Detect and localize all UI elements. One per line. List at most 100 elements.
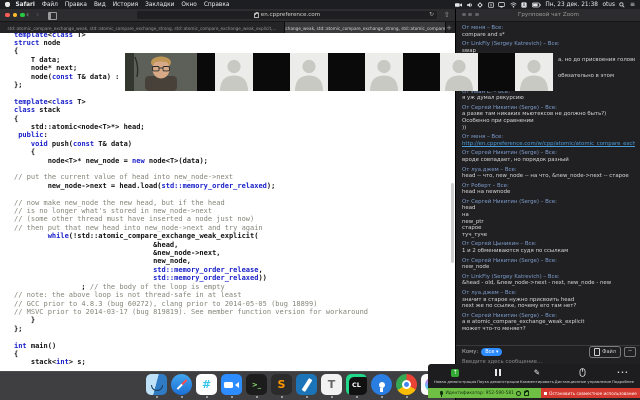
menu-app-name[interactable]: Safari [16,2,35,8]
menu-bookmarks[interactable]: Закладки [145,2,174,8]
chat-collapse-button[interactable]: − [624,347,636,357]
chat-text: new_node [462,264,635,271]
code-line: &new_node->next, [14,249,456,257]
code-line: // then put that new head into new_node-… [14,224,456,232]
participant-placeholder[interactable] [440,53,478,91]
chat-text: 1 и 2 обмениваются судя по ссылкам [462,248,635,255]
status-icons: A [455,2,541,8]
menu-help[interactable]: Справка [204,2,230,8]
apple-menu-icon[interactable] [5,2,10,7]
stop-icon [544,392,547,395]
menu-view[interactable]: Вид [94,2,106,8]
running-indicator [156,396,158,398]
chevron-down-icon: ▾ [496,349,499,355]
close-window-button[interactable] [5,13,10,18]
spotlight-search-icon[interactable] [619,2,625,8]
video-strip-spacer [403,53,440,91]
camera-status-icon [516,391,521,396]
remote-control-button[interactable]: Дистанционное управление [555,368,612,384]
video-camera-icon[interactable] [455,2,462,8]
participant-placeholder[interactable] [290,53,328,91]
stop-sharing-button[interactable]: Остановить совместное использование [541,388,640,398]
menu-account[interactable]: otus [602,2,615,8]
chat-sender: От луа.джем – Все: [462,167,635,174]
new-share-button[interactable]: ↑Новая демонстрация [434,368,476,384]
dock-icon-clion[interactable]: CL [346,374,367,395]
notification-center-icon[interactable]: ≡ [630,1,635,8]
code-line: }; [14,325,456,333]
page-scrollbar[interactable] [451,183,455,263]
dock-icon-safari[interactable] [171,374,192,395]
input-source-icon[interactable]: A [521,2,527,8]
chat-minimize-button[interactable] [468,13,472,17]
wifi-icon[interactable] [510,2,517,8]
dock-icon-zoom[interactable] [221,374,242,395]
chat-sender: От Сергей Никитин (Serge) – Все: [462,313,635,320]
running-indicator [181,396,183,398]
code-line: { [14,350,456,358]
display-icon[interactable] [498,2,505,8]
menu-history[interactable]: История [113,2,138,8]
desktop: { "menu_bar": { "app_name": "Safari", "m… [0,0,640,400]
dock-icon-1password[interactable] [371,374,392,395]
dock-icon-terminal[interactable]: >_ [246,374,267,395]
sidebar-icon[interactable] [48,12,57,20]
annotate-button[interactable]: ✎Комментировать [520,368,554,384]
participant-placeholder[interactable] [365,53,403,91]
chat-text: может что-то меняет? [462,326,635,333]
code-line: // GCC prior to 4.8.3 (bug 60272), clang… [14,300,456,308]
chat-sender: От Сергей Никитин (Serge) – Все: [462,199,635,206]
chat-sender: От LinkFly (Sergey Katrevich) – Все: [462,41,635,48]
dock-icon-finder[interactable] [146,374,167,395]
menu-clock[interactable]: Пн, 23 дек. 21:38 [545,2,598,8]
chat-text: обязательно в этом [558,73,635,80]
minimize-window-button[interactable] [13,13,18,18]
address-text: en.cppreference.com [261,12,320,18]
file-icon [594,348,600,356]
dock-icon-textmate[interactable]: T [321,374,342,395]
volume-icon[interactable] [467,2,473,8]
chat-zoom-button[interactable] [475,13,479,17]
code-line: { [14,148,456,156]
chat-text: Особенно при сравнении [462,118,635,125]
chat-message: От Сергей Никитин (Serge) – Все:headнаne… [462,199,635,239]
participant-webcam-video[interactable] [125,53,197,91]
chat-link[interactable]: http://en.cppreference.com/w/cpp/atomic/… [462,141,635,148]
code-line: new_node, [14,257,456,265]
dock-icon-chrome[interactable] [396,374,417,395]
menu-file[interactable]: Файл [42,2,58,8]
menu-window[interactable]: Окно [181,2,196,8]
code-line: void push(const T& data) [14,140,456,148]
lock-icon [254,13,259,18]
chat-title: Групповой чат Zoom [518,12,579,18]
running-indicator [406,396,408,398]
more-button[interactable]: •••Подробнее [612,368,634,384]
zoom-window-button[interactable] [20,13,25,18]
ellipsis-icon: ••• [617,370,629,376]
reload-icon[interactable]: ↻ [429,11,434,19]
battery-icon[interactable] [532,2,541,8]
chat-close-button[interactable] [462,13,466,17]
gear-icon[interactable] [477,2,483,8]
share-icon[interactable]: ⇧ [444,10,450,20]
forward-button[interactable]: › [36,9,39,21]
participant-placeholder[interactable] [515,53,553,91]
back-button[interactable]: ‹ [26,9,29,21]
dock-icon-slack[interactable]: # [196,374,217,395]
participant-placeholder[interactable] [215,53,253,91]
window-icon[interactable] [488,2,494,8]
code-line: // now make new_node the new head, but i… [14,199,456,207]
chat-footer: Кому: Все ▾ Файл − [462,347,636,357]
dock-icon-sublime-text[interactable]: S [271,374,292,395]
chat-message: От Сергей Никитин (Serge) – Все:а в atom… [462,313,635,333]
recipient-dropdown[interactable]: Все ▾ [481,348,502,356]
menu-edit[interactable]: Правка [65,2,87,8]
chat-text: а разве там никаких мьютексов не должно … [462,111,635,118]
pause-share-button[interactable]: Пауза демонстрации [477,368,519,384]
dock-icon-vscode[interactable] [296,374,317,395]
chat-message: От Роберт – Все:head на newnode [462,183,635,196]
address-bar[interactable]: en.cppreference.com ↻ [137,11,437,19]
chat-message: От Сергей Никитин (Serge) – Все:а разве … [462,105,635,131]
video-strip-spacer [253,53,290,91]
dock-items: # >_S TCL [146,374,442,398]
